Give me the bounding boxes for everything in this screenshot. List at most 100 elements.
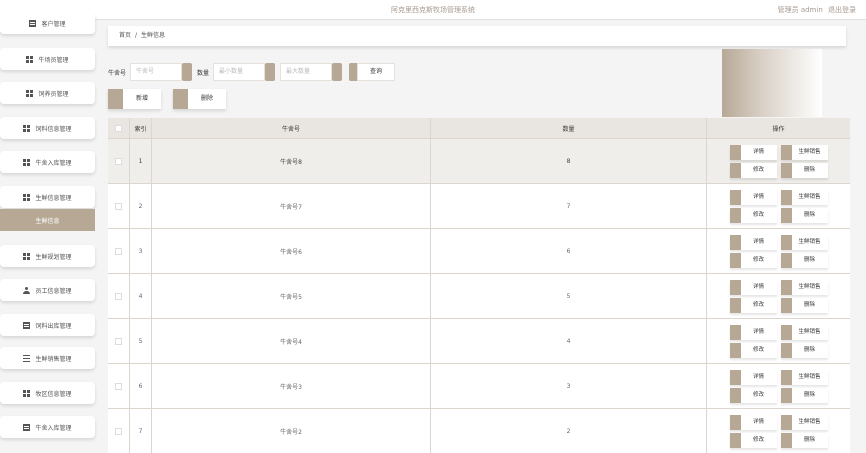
logout-link[interactable]: 退出登录 — [828, 6, 856, 14]
detail-button[interactable]: 详情 — [729, 324, 777, 340]
sidebar-item[interactable]: 饲料出库管理 — [0, 314, 95, 336]
sidebar-item[interactable]: 牛舍入库管理 — [0, 151, 95, 173]
row-checkbox[interactable] — [115, 382, 122, 390]
row-index: 7 — [130, 409, 152, 453]
sidebar-item[interactable]: 牛场员管理 — [0, 48, 95, 70]
sale-button-label: 生鲜销售 — [791, 279, 828, 295]
row-checkbox[interactable] — [115, 247, 122, 255]
sidebar-item-label: 牛舍入库管理 — [35, 424, 72, 432]
sale-button[interactable]: 生鲜销售 — [780, 279, 828, 295]
row-name: 牛舍号5 — [152, 274, 431, 318]
sidebar-item[interactable]: 生鲜销售管理 — [0, 347, 95, 369]
select-all-checkbox[interactable] — [115, 124, 122, 132]
edit-button[interactable]: 修改 — [729, 342, 777, 358]
sidebar-item[interactable]: 牛舍入库管理 — [0, 416, 95, 438]
sidebar-item[interactable]: 牧区信息管理 — [0, 382, 95, 404]
sale-button-label: 生鲜销售 — [791, 189, 828, 205]
sidebar-item-label: 牛场员管理 — [38, 56, 69, 64]
sidebar-item[interactable]: 饲养员管理 — [0, 82, 95, 104]
edit-button-label: 修改 — [740, 342, 777, 358]
detail-button-label: 详情 — [740, 234, 777, 250]
sale-button[interactable]: 生鲜销售 — [780, 189, 828, 205]
sidebar-item[interactable]: 生鲜信息管理 — [0, 186, 95, 208]
query-button-accent — [349, 63, 358, 81]
row-checkbox[interactable] — [115, 337, 122, 345]
detail-button-label: 详情 — [740, 324, 777, 340]
delete-button[interactable]: 删除 — [780, 342, 828, 358]
batch-delete-button[interactable]: 删除 — [173, 89, 226, 109]
row-ops-cell: 详情 生鲜销售 修改 删除 — [707, 229, 850, 273]
delete-button[interactable]: 删除 — [780, 297, 828, 313]
edit-button[interactable]: 修改 — [729, 432, 777, 448]
detail-button[interactable]: 详情 — [729, 414, 777, 430]
row-checkbox[interactable] — [115, 292, 122, 300]
table-row: 3 牛舍号6 6 详情 生鲜销售 修改 删除 — [108, 228, 850, 273]
edit-button-accent — [729, 207, 741, 223]
edit-button-label: 修改 — [740, 432, 777, 448]
max-qty-addon — [332, 63, 343, 81]
qty-filter-label: 数量 — [197, 69, 210, 77]
sale-button[interactable]: 生鲜销售 — [780, 324, 828, 340]
sidebar-item[interactable]: 生鲜信息 — [0, 209, 95, 231]
sale-button-label: 生鲜销售 — [791, 414, 828, 430]
main-content: 首页 / 生鲜信息 牛舍号 牛舍号 数量 最小数量 最大数量 查询 新增 删除 索引… — [104, 22, 850, 453]
sidebar-item-label: 生鲜信息 — [35, 217, 60, 225]
name-filter-input[interactable]: 牛舍号 — [130, 63, 183, 81]
row-ops-cell: 详情 生鲜销售 修改 删除 — [707, 364, 850, 408]
sidebar-item[interactable]: 生鲜规划管理 — [0, 245, 95, 267]
row-checkbox[interactable] — [115, 202, 122, 210]
edit-button-label: 修改 — [740, 252, 777, 268]
delete-button[interactable]: 删除 — [780, 162, 828, 178]
edit-button-label: 修改 — [740, 297, 777, 313]
edit-button-accent — [729, 297, 741, 313]
sidebar-item[interactable]: 饲料信息管理 — [0, 117, 95, 139]
row-index: 3 — [130, 229, 152, 273]
sidebar-item[interactable]: 客户管理 — [0, 12, 95, 34]
sale-button-accent — [780, 144, 792, 160]
row-index: 4 — [130, 274, 152, 318]
edit-button[interactable]: 修改 — [729, 207, 777, 223]
delete-button-accent — [780, 207, 792, 223]
delete-button[interactable]: 删除 — [780, 252, 828, 268]
sale-button[interactable]: 生鲜销售 — [780, 369, 828, 385]
delete-button[interactable]: 删除 — [780, 207, 828, 223]
edit-button[interactable]: 修改 — [729, 387, 777, 403]
detail-button-accent — [729, 189, 741, 205]
sidebar-item[interactable]: 员工信息管理 — [0, 279, 95, 301]
detail-button-label: 详情 — [740, 144, 777, 160]
detail-button[interactable]: 详情 — [729, 144, 777, 160]
sale-button[interactable]: 生鲜销售 — [780, 414, 828, 430]
edit-button-accent — [729, 252, 741, 268]
detail-button[interactable]: 详情 — [729, 234, 777, 250]
detail-button[interactable]: 详情 — [729, 279, 777, 295]
query-button[interactable]: 查询 — [349, 63, 396, 81]
add-button[interactable]: 新增 — [108, 89, 161, 109]
sidebar-item-label: 客户管理 — [41, 20, 66, 28]
sidebar-item-label: 饲料出库管理 — [35, 322, 72, 330]
table-row: 5 牛舍号4 4 详情 生鲜销售 修改 删除 — [108, 318, 850, 363]
row-checkbox[interactable] — [115, 157, 122, 165]
row-select-cell — [108, 229, 130, 273]
row-checkbox[interactable] — [115, 427, 122, 435]
row-name: 牛舍号2 — [152, 409, 431, 453]
row-name: 牛舍号7 — [152, 184, 431, 228]
detail-button[interactable]: 详情 — [729, 189, 777, 205]
edit-button[interactable]: 修改 — [729, 252, 777, 268]
breadcrumb-home[interactable]: 首页 — [119, 32, 131, 39]
header-name: 牛舍号 — [152, 118, 431, 138]
delete-button[interactable]: 删除 — [780, 387, 828, 403]
delete-button-label: 删除 — [791, 162, 828, 178]
name-filter-label: 牛舍号 — [108, 69, 127, 77]
detail-button-label: 详情 — [740, 414, 777, 430]
edit-button[interactable]: 修改 — [729, 162, 777, 178]
add-button-accent — [108, 89, 123, 109]
sale-button[interactable]: 生鲜销售 — [780, 144, 828, 160]
detail-button[interactable]: 详情 — [729, 369, 777, 385]
max-qty-input[interactable]: 最大数量 — [280, 63, 333, 81]
sale-button[interactable]: 生鲜销售 — [780, 234, 828, 250]
edit-button[interactable]: 修改 — [729, 297, 777, 313]
delete-button[interactable]: 删除 — [780, 432, 828, 448]
row-select-cell — [108, 184, 130, 228]
user-area: 管理员 admin 退出登录 — [775, 5, 856, 15]
min-qty-input[interactable]: 最小数量 — [213, 63, 266, 81]
